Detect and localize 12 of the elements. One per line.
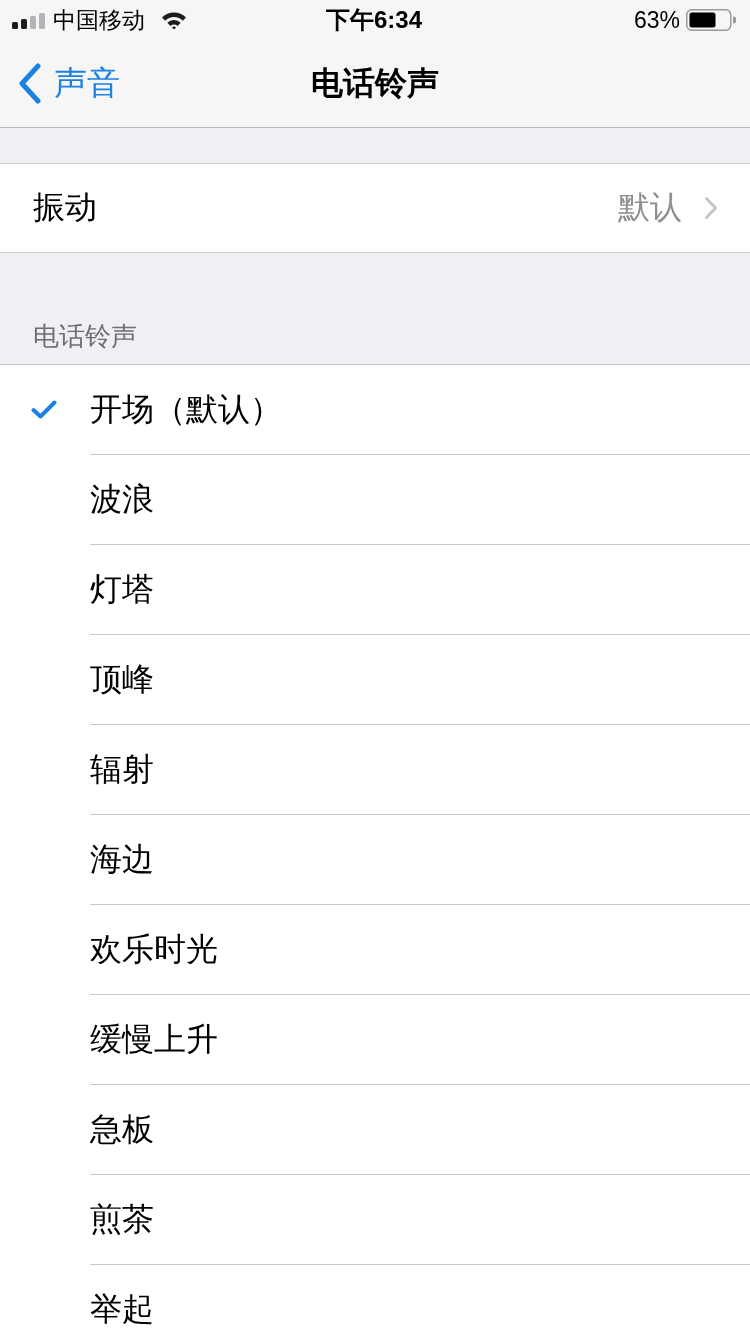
chevron-right-icon	[704, 196, 718, 220]
back-chevron-icon	[17, 63, 42, 104]
battery-percent: 63%	[633, 6, 680, 34]
section-header: 电话铃声	[33, 321, 137, 351]
vibration-row[interactable]: 振动 默认	[0, 163, 750, 253]
back-button[interactable]: 声音	[0, 53, 124, 114]
signal-icon	[12, 13, 45, 29]
screen-title: 电话铃声	[311, 63, 439, 103]
status-time: 下午6:34	[325, 6, 422, 34]
battery-icon	[686, 9, 736, 31]
carrier-name: 中国移动	[53, 6, 145, 34]
wifi-icon	[161, 10, 187, 30]
